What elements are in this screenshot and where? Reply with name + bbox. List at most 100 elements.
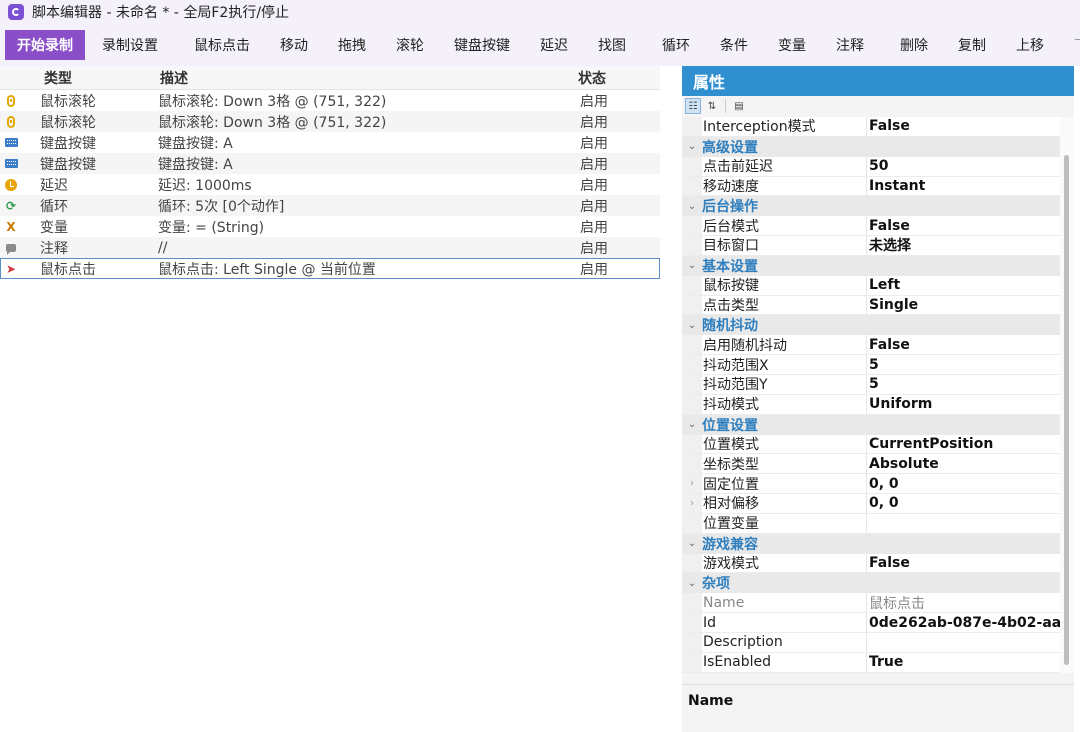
prop-value[interactable]: False xyxy=(867,554,1060,573)
prop-row-enable-jitter[interactable]: 启用随机抖动 False xyxy=(682,335,1060,356)
drag-button[interactable]: 拖拽 xyxy=(323,30,381,60)
condition-button[interactable]: 条件 xyxy=(705,30,763,60)
row-desc: 鼠标点击: Left Single @ 当前位置 xyxy=(158,261,376,278)
comment-button[interactable]: 注释 xyxy=(821,30,879,60)
table-row[interactable]: 延迟 延迟: 1000ms 启用 xyxy=(0,174,660,195)
prop-value[interactable]: CurrentPosition xyxy=(867,435,1060,454)
category-background[interactable]: ⌄ 后台操作 xyxy=(682,196,1060,217)
prop-value[interactable]: Left xyxy=(867,276,1060,295)
collapse-chevron-icon[interactable]: ⌄ xyxy=(682,260,702,271)
start-record-button[interactable]: 开始录制 xyxy=(5,30,85,60)
prop-value[interactable]: Instant xyxy=(867,177,1060,196)
prop-row-game-mode[interactable]: 游戏模式 False xyxy=(682,553,1060,574)
category-advanced[interactable]: ⌄ 高级设置 xyxy=(682,136,1060,157)
scrollbar-thumb[interactable] xyxy=(1064,155,1069,665)
expand-chevron-icon[interactable]: › xyxy=(682,474,702,494)
column-header-desc[interactable]: 描述 xyxy=(156,68,574,88)
alphabetical-sort-icon[interactable]: ⇅ xyxy=(704,98,720,114)
prop-row-target-window[interactable]: 目标窗口 未选择 xyxy=(682,236,1060,256)
prop-value[interactable] xyxy=(867,633,1060,652)
categorized-view-icon[interactable]: ☷ xyxy=(685,98,701,114)
property-scrollbar[interactable] xyxy=(1060,117,1074,673)
expand-chevron-icon[interactable]: › xyxy=(682,494,702,513)
prop-value[interactable]: 未选择 xyxy=(867,236,1060,255)
prop-row-interception[interactable]: Interception模式 False xyxy=(682,117,1060,137)
variable-button[interactable]: 变量 xyxy=(763,30,821,60)
prop-name: 抖动范围Y xyxy=(702,374,867,394)
column-header-status[interactable]: 状态 xyxy=(574,68,660,88)
prop-row-pre-delay[interactable]: 点击前延迟 50 xyxy=(682,156,1060,177)
prop-value[interactable] xyxy=(867,514,1060,533)
prop-name: 抖动范围X xyxy=(702,355,867,374)
copy-button[interactable]: 复制 xyxy=(943,30,1001,60)
prop-row-is-enabled[interactable]: IsEnabled True xyxy=(682,652,1060,673)
find-image-button[interactable]: 找图 xyxy=(583,30,641,60)
table-row[interactable]: 键盘按键 键盘按键: A 启用 xyxy=(0,132,660,153)
table-row[interactable]: 鼠标滚轮 鼠标滚轮: Down 3格 @ (751, 322) 启用 xyxy=(0,90,660,111)
prop-value[interactable]: 0, 0 xyxy=(867,494,1060,513)
column-header-type[interactable]: 类型 xyxy=(0,68,156,88)
category-jitter[interactable]: ⌄ 随机抖动 xyxy=(682,315,1060,336)
collapse-chevron-icon[interactable]: ⌄ xyxy=(682,538,702,549)
prop-value[interactable]: 5 xyxy=(867,375,1060,394)
table-row[interactable]: 鼠标滚轮 鼠标滚轮: Down 3格 @ (751, 322) 启用 xyxy=(0,111,660,132)
variable-icon: X xyxy=(6,219,16,234)
category-basic[interactable]: ⌄ 基本设置 xyxy=(682,255,1060,276)
prop-row-jitter-mode[interactable]: 抖动模式 Uniform xyxy=(682,394,1060,415)
table-row[interactable]: ⟳ 循环 循环: 5次 [0个动作] 启用 xyxy=(0,195,660,216)
wheel-button[interactable]: 滚轮 xyxy=(381,30,439,60)
category-misc[interactable]: ⌄ 杂项 xyxy=(682,573,1060,594)
prop-row-description[interactable]: Description xyxy=(682,632,1060,653)
prop-row-click-type[interactable]: 点击类型 Single xyxy=(682,295,1060,316)
prop-value[interactable]: Single xyxy=(867,296,1060,315)
prop-value[interactable]: 50 xyxy=(867,157,1060,176)
collapse-chevron-icon[interactable]: ⌄ xyxy=(682,320,702,331)
prop-value[interactable]: Uniform xyxy=(867,395,1060,414)
prop-row-fixed-pos[interactable]: › 固定位置 0, 0 xyxy=(682,474,1060,495)
prop-value[interactable]: False xyxy=(867,335,1060,354)
mouse-wheel-icon xyxy=(4,94,18,108)
prop-value[interactable]: False xyxy=(867,216,1060,235)
prop-row-jitter-x[interactable]: 抖动范围X 5 xyxy=(682,355,1060,375)
move-button[interactable]: 移动 xyxy=(265,30,323,60)
collapse-chevron-icon[interactable]: ⌄ xyxy=(682,419,702,430)
property-pages-icon[interactable]: ▤ xyxy=(731,98,747,114)
prop-value[interactable]: False xyxy=(867,117,1060,136)
prop-value[interactable]: 0de262ab-087e-4b02-aa79 xyxy=(867,613,1060,632)
prop-row-rel-offset[interactable]: › 相对偏移 0, 0 xyxy=(682,494,1060,514)
grid-header: 类型 描述 状态 xyxy=(0,66,660,90)
table-row[interactable]: X 变量 变量: = (String) 启用 xyxy=(0,216,660,237)
mouse-click-button[interactable]: 鼠标点击 xyxy=(179,30,265,60)
move-up-button[interactable]: 上移 xyxy=(1001,30,1059,60)
category-label: 随机抖动 xyxy=(702,318,758,335)
row-type: 鼠标滚轮 xyxy=(40,93,96,110)
prop-row-pos-mode[interactable]: 位置模式 CurrentPosition xyxy=(682,434,1060,455)
table-row[interactable]: 键盘按键 键盘按键: A 启用 xyxy=(0,153,660,174)
category-game[interactable]: ⌄ 游戏兼容 xyxy=(682,533,1060,554)
prop-row-bg-mode[interactable]: 后台模式 False xyxy=(682,216,1060,237)
prop-row-move-speed[interactable]: 移动速度 Instant xyxy=(682,176,1060,197)
delay-button[interactable]: 延迟 xyxy=(525,30,583,60)
prop-row-id[interactable]: Id 0de262ab-087e-4b02-aa79 xyxy=(682,613,1060,633)
prop-row-jitter-y[interactable]: 抖动范围Y 5 xyxy=(682,374,1060,395)
collapse-chevron-icon[interactable]: ⌄ xyxy=(682,201,702,212)
loop-button[interactable]: 循环 xyxy=(647,30,705,60)
keyboard-button[interactable]: 键盘按键 xyxy=(439,30,525,60)
row-type: 键盘按键 xyxy=(40,156,96,173)
table-row-selected[interactable]: ➤ 鼠标点击 鼠标点击: Left Single @ 当前位置 启用 xyxy=(0,258,660,279)
prop-row-mouse-button[interactable]: 鼠标按键 Left xyxy=(682,275,1060,296)
record-settings-button[interactable]: 录制设置 xyxy=(87,30,173,60)
prop-value[interactable]: 0, 0 xyxy=(867,474,1060,493)
category-position[interactable]: ⌄ 位置设置 xyxy=(682,414,1060,435)
prop-value[interactable]: 5 xyxy=(867,355,1060,374)
prop-row-name[interactable]: Name 鼠标点击 xyxy=(682,593,1060,614)
collapse-chevron-icon[interactable]: ⌄ xyxy=(682,578,702,589)
prop-value[interactable]: True xyxy=(867,653,1060,672)
move-down-button[interactable]: 下移 xyxy=(1059,30,1080,60)
prop-value[interactable]: Absolute xyxy=(867,454,1060,473)
collapse-chevron-icon[interactable]: ⌄ xyxy=(682,141,702,152)
prop-row-pos-var[interactable]: 位置变量 xyxy=(682,513,1060,534)
delete-button[interactable]: 删除 xyxy=(885,30,943,60)
prop-row-coord-type[interactable]: 坐标类型 Absolute xyxy=(682,454,1060,475)
table-row[interactable]: 注释 // 启用 xyxy=(0,237,660,258)
